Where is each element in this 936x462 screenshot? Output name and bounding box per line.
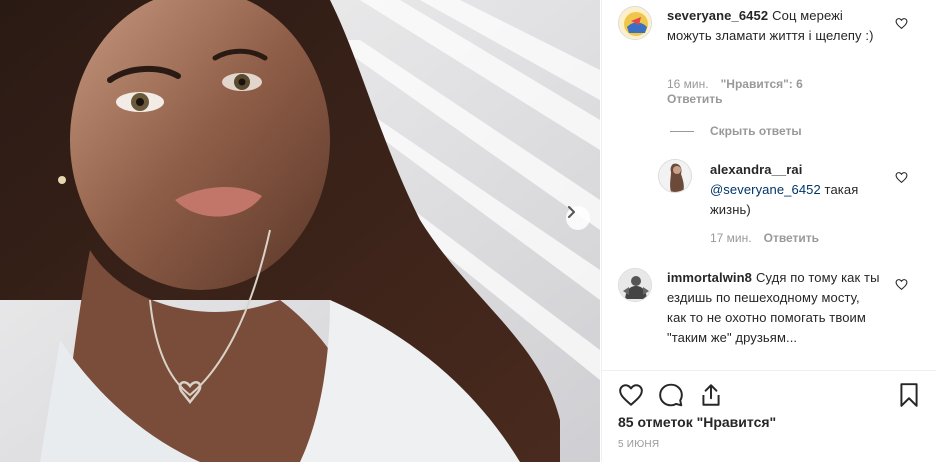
chevron-right-icon — [568, 206, 575, 218]
post-photo[interactable] — [0, 0, 600, 462]
comment-meta: 16 мин. "Нравится": 6 — [667, 76, 815, 92]
heart-icon[interactable] — [618, 382, 644, 408]
comment-body: immortalwin8 Судя по тому как ты ездишь п… — [667, 268, 882, 348]
likes-count[interactable]: 85 отметок "Нравится" — [618, 414, 776, 430]
hide-replies-label: Скрыть ответы — [710, 124, 802, 138]
mention-link[interactable]: @severyane_6452 — [710, 182, 821, 197]
next-photo-button[interactable] — [566, 206, 590, 230]
comments-list: severyane_6452 Соц мережі можуть зламати … — [602, 0, 936, 370]
avatar-image — [619, 269, 651, 301]
comment-icon[interactable] — [658, 382, 684, 408]
comment-meta: Ответить — [667, 91, 734, 107]
post-side-panel: severyane_6452 Соц мережі можуть зламати … — [601, 0, 936, 462]
heart-icon[interactable] — [895, 17, 908, 30]
avatar[interactable] — [658, 159, 692, 193]
comment-meta: 17 мин. Ответить — [710, 230, 831, 246]
reply-button[interactable]: Ответить — [764, 231, 819, 245]
avatar[interactable] — [618, 6, 652, 40]
avatar-image — [659, 160, 691, 192]
comment-username[interactable]: alexandra__rai — [710, 162, 802, 177]
avatar-image — [619, 7, 651, 39]
reply-button[interactable]: Ответить — [667, 92, 722, 106]
bookmark-icon[interactable] — [896, 382, 922, 408]
share-icon[interactable] — [698, 382, 724, 408]
comment-body: severyane_6452 Соц мережі можуть зламати … — [667, 6, 879, 46]
comment-time[interactable]: 17 мин. — [710, 231, 752, 245]
divider — [670, 130, 694, 132]
heart-icon[interactable] — [895, 171, 908, 184]
comment-username[interactable]: immortalwin8 — [667, 270, 752, 285]
photo-illustration — [0, 0, 600, 462]
hide-replies-button[interactable]: Скрыть ответы — [670, 124, 802, 138]
avatar[interactable] — [618, 268, 652, 302]
heart-icon[interactable] — [895, 278, 908, 291]
post-date[interactable]: 5 июня — [618, 439, 659, 450]
comment-likes[interactable]: "Нравится": 6 — [721, 77, 803, 91]
comment-username[interactable]: severyane_6452 — [667, 8, 768, 23]
comment-time[interactable]: 16 мин. — [667, 77, 709, 91]
comment-body: alexandra__rai @severyane_6452 такая жиз… — [710, 160, 880, 220]
